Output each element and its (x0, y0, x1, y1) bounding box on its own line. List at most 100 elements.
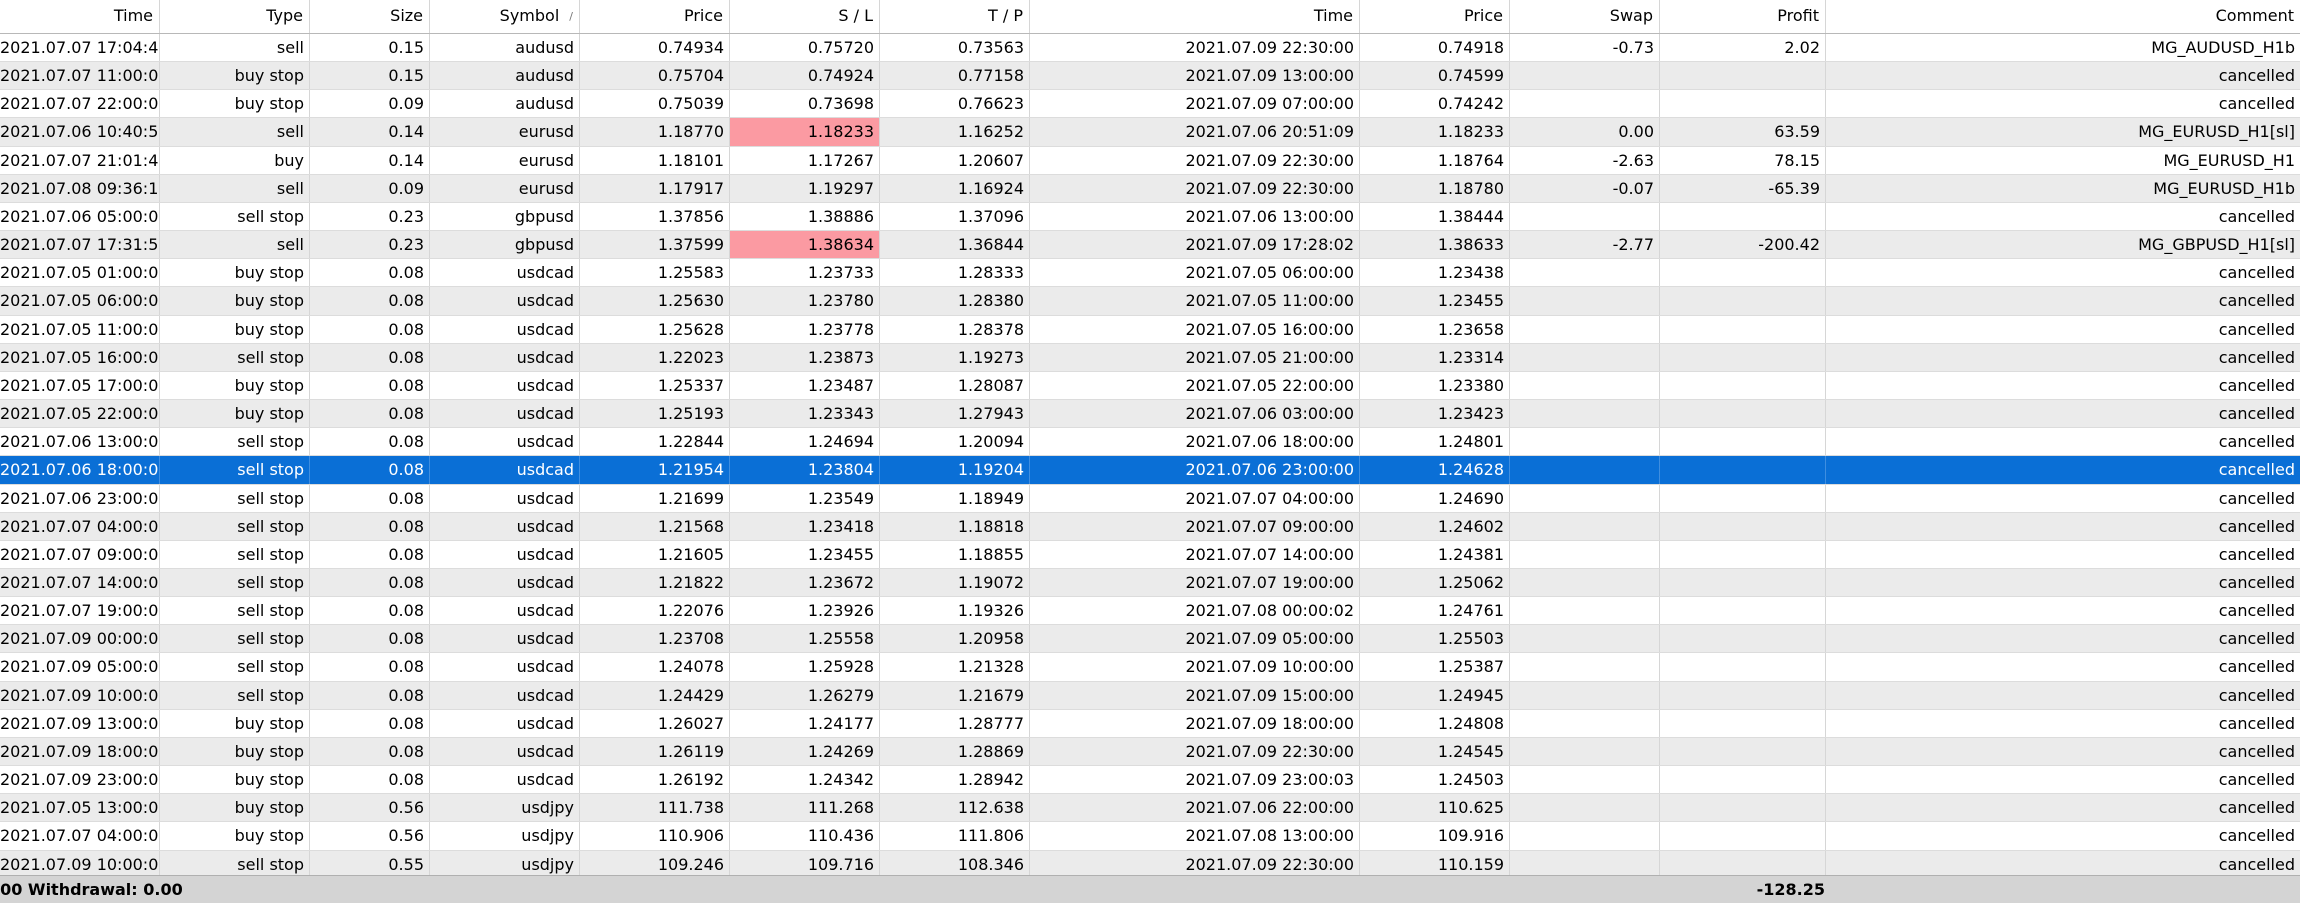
table-row[interactable]: 2021.07.07 19:00:00 sell stop 0.08 usdcad 1.… (0, 597, 2300, 626)
table-row[interactable]: 2021.07.05 06:00:00 buy stop 0.08 usdcad 1.2… (0, 287, 2300, 316)
cell-time: 2021.07.09 18:00:00 (0, 737, 160, 766)
cell-type: buy stop (160, 822, 310, 850)
table-row[interactable]: 2021.07.07 17:04:43 sell 0.15 audusd 0.74934… (0, 34, 2300, 63)
table-row[interactable]: 2021.07.09 10:00:00 sell stop 0.08 usdcad 1.… (0, 681, 2300, 710)
cell-type: buy stop (160, 371, 310, 400)
cell-stop-loss: 1.38886 (730, 202, 880, 231)
cell-type: sell (160, 231, 310, 259)
cell-close-price: 1.24945 (1360, 681, 1510, 709)
cell-price: 1.26027 (580, 709, 730, 737)
cell-symbol: usdcad (430, 737, 580, 766)
cell-symbol: usdcad (430, 484, 580, 512)
table-row[interactable]: 2021.07.07 22:00:00 buy stop 0.09 audusd 0.7… (0, 90, 2300, 119)
table-row[interactable]: 2021.07.07 14:00:00 sell stop 0.08 usdcad 1.… (0, 568, 2300, 598)
table-row[interactable]: 2021.07.07 09:00:00 sell stop 0.08 usdcad 1.… (0, 540, 2300, 569)
table-row[interactable]: 2021.07.09 18:00:00 buy stop 0.08 usdcad 1.2… (0, 737, 2300, 767)
cell-type: buy stop (160, 315, 310, 343)
table-row[interactable]: 2021.07.09 13:00:00 buy stop 0.08 usdcad 1.2… (0, 709, 2300, 738)
table-row[interactable]: 2021.07.06 18:00:00 sell stop 0.08 usdcad 1.… (0, 456, 2300, 485)
trade-rows: 2021.07.07 17:04:43 sell 0.15 audusd 0.74934… (0, 34, 2300, 879)
cell-price: 0.75704 (580, 62, 730, 90)
table-row[interactable]: 2021.07.07 11:00:00 buy stop 0.15 audusd 0.7… (0, 62, 2300, 91)
cell-comment: cancelled (2218, 798, 2295, 818)
table-row[interactable]: 2021.07.06 10:40:51 sell 0.14 eurusd 1.18770… (0, 118, 2300, 147)
cell-type: sell stop (160, 625, 310, 653)
cell-comment: cancelled (2218, 601, 2295, 621)
table-row[interactable]: 2021.07.06 23:00:00 sell stop 0.08 usdcad 1.… (0, 484, 2300, 513)
cell-comment: cancelled (2218, 713, 2295, 733)
cell-take-profit: 1.18949 (880, 484, 1030, 512)
table-row[interactable]: 2021.07.09 00:00:02 sell stop 0.08 usdcad 1.… (0, 625, 2300, 654)
cell-time: 2021.07.05 16:00:00 (0, 343, 160, 371)
cell-close-time: 2021.07.09 10:00:00 (1030, 653, 1360, 681)
cell-price: 1.18770 (580, 118, 730, 146)
cell-stop-loss: 1.23780 (730, 287, 880, 315)
table-row[interactable]: 2021.07.05 11:00:00 buy stop 0.08 usdcad 1.2… (0, 315, 2300, 344)
cell-close-time: 2021.07.07 04:00:00 (1030, 484, 1360, 512)
cell-time: 2021.07.07 17:04:43 (0, 34, 160, 62)
cell-price: 0.74934 (580, 34, 730, 62)
cell-type: sell stop (160, 512, 310, 540)
cell-comment: cancelled (2218, 685, 2295, 705)
cell-take-profit: 1.16252 (880, 118, 1030, 146)
header-symbol[interactable]: Symbol / (430, 0, 580, 33)
cell-time: 2021.07.05 22:00:01 (0, 400, 160, 428)
cell-size: 0.08 (310, 259, 430, 287)
cell-close-price: 1.18780 (1360, 174, 1510, 202)
header-close-price[interactable]: Price (1360, 0, 1510, 33)
header-price[interactable]: Price (580, 0, 730, 33)
header-profit[interactable]: Profit (1660, 0, 1826, 33)
cell-profit (1660, 597, 1826, 625)
header-stop-loss[interactable]: S / L (730, 0, 880, 33)
cell-size: 0.08 (310, 287, 430, 315)
cell-comment: cancelled (2218, 319, 2295, 339)
table-row[interactable]: 2021.07.05 16:00:00 sell stop 0.08 usdcad 1.… (0, 343, 2300, 372)
cell-symbol: eurusd (430, 146, 580, 174)
cell-time: 2021.07.06 23:00:00 (0, 484, 160, 512)
header-size[interactable]: Size (310, 0, 430, 33)
cell-comment: cancelled (2218, 460, 2295, 480)
table-row[interactable]: 2021.07.05 13:00:01 buy stop 0.56 usdjpy 111… (0, 794, 2300, 823)
cell-close-time: 2021.07.09 07:00:00 (1030, 90, 1360, 118)
header-take-profit[interactable]: T / P (880, 0, 1030, 33)
cell-swap (1510, 484, 1660, 512)
cell-symbol: audusd (430, 34, 580, 62)
header-swap[interactable]: Swap (1510, 0, 1660, 33)
cell-profit (1660, 371, 1826, 400)
cell-comment: cancelled (2218, 404, 2295, 424)
header-close-time[interactable]: Time (1030, 0, 1360, 33)
table-row[interactable]: 2021.07.08 09:36:11 sell 0.09 eurusd 1.17917… (0, 174, 2300, 203)
cell-stop-loss: 1.23343 (730, 400, 880, 428)
table-row[interactable]: 2021.07.06 05:00:00 sell stop 0.23 gbpusd 1.… (0, 202, 2300, 232)
cell-swap (1510, 766, 1660, 794)
header-comment[interactable]: Comment (1826, 0, 2300, 33)
cell-symbol: audusd (430, 90, 580, 118)
table-row[interactable]: 2021.07.07 04:00:00 buy stop 0.56 usdjpy 110… (0, 822, 2300, 851)
cell-type: sell stop (160, 850, 310, 878)
cell-type: sell stop (160, 456, 310, 484)
cell-symbol: usdcad (430, 681, 580, 709)
cell-take-profit: 1.36844 (880, 231, 1030, 259)
table-row[interactable]: 2021.07.09 23:00:00 buy stop 0.08 usdcad 1.2… (0, 766, 2300, 795)
table-row[interactable]: 2021.07.05 01:00:00 buy stop 0.08 usdcad 1.2… (0, 259, 2300, 288)
table-row[interactable]: 2021.07.05 17:00:00 buy stop 0.08 usdcad 1.2… (0, 371, 2300, 401)
cell-profit: -65.39 (1660, 174, 1826, 202)
cell-close-time: 2021.07.08 13:00:00 (1030, 822, 1360, 850)
header-time[interactable]: Time (0, 0, 160, 33)
cell-take-profit: 1.28942 (880, 766, 1030, 794)
table-row[interactable]: 2021.07.07 04:00:00 sell stop 0.08 usdcad 1.… (0, 512, 2300, 541)
cell-close-time: 2021.07.09 22:30:00 (1030, 34, 1360, 62)
table-row[interactable]: 2021.07.07 17:31:52 sell 0.23 gbpusd 1.37599… (0, 231, 2300, 260)
table-row[interactable]: 2021.07.07 21:01:46 buy 0.14 eurusd 1.18101 1… (0, 146, 2300, 175)
cell-time: 2021.07.05 06:00:00 (0, 287, 160, 315)
cell-type: sell stop (160, 568, 310, 597)
cell-size: 0.09 (310, 90, 430, 118)
cell-swap (1510, 202, 1660, 231)
table-row[interactable]: 2021.07.06 13:00:00 sell stop 0.08 usdcad 1.… (0, 428, 2300, 457)
cell-symbol: gbpusd (430, 231, 580, 259)
cell-symbol: usdcad (430, 653, 580, 681)
cell-price: 1.25193 (580, 400, 730, 428)
header-type[interactable]: Type (160, 0, 310, 33)
table-row[interactable]: 2021.07.05 22:00:01 buy stop 0.08 usdcad 1.2… (0, 400, 2300, 429)
table-row[interactable]: 2021.07.09 05:00:00 sell stop 0.08 usdcad 1.… (0, 653, 2300, 682)
